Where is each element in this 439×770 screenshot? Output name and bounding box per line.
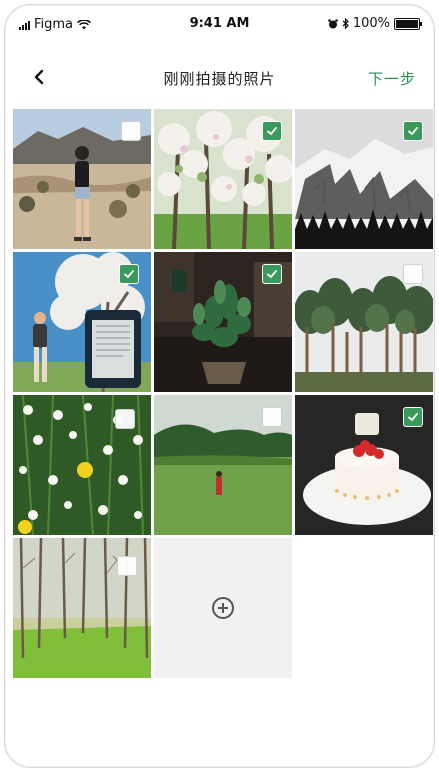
photo-tile[interactable] (154, 109, 292, 249)
photo-grid (13, 109, 433, 678)
checkmark-icon (124, 270, 134, 279)
checkmark-icon (267, 127, 277, 136)
photo-tile[interactable] (13, 252, 151, 392)
photo-tile[interactable] (13, 538, 151, 678)
checkmark-icon (408, 413, 418, 422)
checkmark-icon (267, 270, 277, 279)
status-right: 100% (328, 16, 422, 31)
checkmark-icon (408, 127, 418, 136)
bluetooth-icon (342, 18, 349, 29)
select-checkbox[interactable] (403, 407, 423, 427)
next-step-button[interactable]: 下一步 (368, 68, 416, 89)
select-checkbox[interactable] (403, 264, 423, 284)
photo-tile[interactable] (13, 395, 151, 535)
photo-tile[interactable] (154, 395, 292, 535)
photo-tile[interactable] (13, 109, 151, 249)
photo-tile[interactable] (295, 252, 433, 392)
photo-tile[interactable] (295, 395, 433, 535)
status-bar: Figma 9:41 AM 100% (5, 5, 434, 45)
photo-tile[interactable] (295, 109, 433, 249)
select-checkbox[interactable] (262, 407, 282, 427)
select-checkbox[interactable] (262, 264, 282, 284)
add-circle-icon (212, 597, 234, 619)
battery-icon (394, 17, 422, 30)
chevron-left-icon (34, 69, 44, 85)
alarm-icon (328, 18, 338, 29)
select-checkbox[interactable] (121, 121, 141, 141)
select-checkbox[interactable] (403, 121, 423, 141)
phone-screen: Figma 9:41 AM 100% 刚刚拍摄的照片 下一步 (4, 4, 435, 768)
select-checkbox[interactable] (262, 121, 282, 141)
add-photo-button[interactable] (154, 538, 292, 678)
photo-tile[interactable] (154, 252, 292, 392)
navigation-bar: 刚刚拍摄的照片 下一步 (5, 59, 434, 99)
select-checkbox[interactable] (115, 409, 135, 429)
back-button[interactable] (25, 63, 53, 91)
select-checkbox[interactable] (119, 264, 139, 284)
battery-percent: 100% (352, 16, 390, 31)
select-checkbox[interactable] (117, 556, 137, 576)
